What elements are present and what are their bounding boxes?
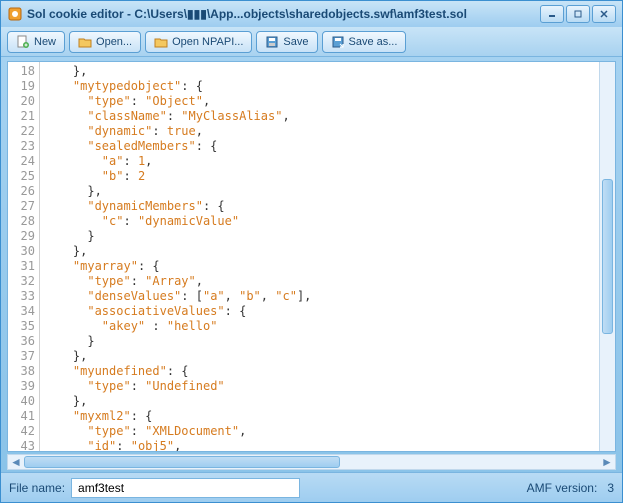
save-as-label: Save as... [349,36,398,48]
horizontal-scrollbar[interactable]: ◄ ► [7,454,616,470]
save-as-button[interactable]: Save as... [322,31,407,53]
code-view[interactable]: }, "mytypedobject": { "type": "Object", … [40,62,599,451]
app-icon [7,6,23,22]
editor: 18 19 20 21 22 23 24 25 26 27 28 29 30 3… [7,61,616,452]
window-title: Sol cookie editor - C:\Users\▮▮▮\App...o… [27,7,540,21]
folder-open-icon [154,35,168,49]
folder-open-icon [78,35,92,49]
statusbar: File name: AMF version: 3 [1,472,622,502]
app-window: Sol cookie editor - C:\Users\▮▮▮\App...o… [0,0,623,503]
open-label: Open... [96,36,132,48]
scroll-right-arrow[interactable]: ► [599,455,615,469]
filename-label: File name: [9,481,65,495]
new-label: New [34,36,56,48]
close-button[interactable] [592,5,616,23]
new-button[interactable]: New [7,31,65,53]
open-button[interactable]: Open... [69,31,141,53]
line-gutter: 18 19 20 21 22 23 24 25 26 27 28 29 30 3… [8,62,40,451]
scrollbar-thumb[interactable] [602,179,613,335]
save-as-icon [331,35,345,49]
save-button[interactable]: Save [256,31,317,53]
amf-version-value: 3 [607,481,614,495]
save-label: Save [283,36,308,48]
scroll-left-arrow[interactable]: ◄ [8,455,24,469]
filename-input[interactable] [71,478,300,498]
save-icon [265,35,279,49]
open-npapi-label: Open NPAPI... [172,36,243,48]
open-npapi-button[interactable]: Open NPAPI... [145,31,252,53]
amf-version-label: AMF version: [527,481,598,495]
maximize-button[interactable] [566,5,590,23]
scrollbar-thumb[interactable] [24,456,340,468]
window-controls [540,5,616,23]
new-file-icon [16,35,30,49]
titlebar[interactable]: Sol cookie editor - C:\Users\▮▮▮\App...o… [1,1,622,27]
toolbar: New Open... Open NPAPI... Save Save as..… [1,27,622,57]
minimize-button[interactable] [540,5,564,23]
scrollbar-track[interactable] [24,455,599,469]
vertical-scrollbar[interactable] [599,62,615,451]
